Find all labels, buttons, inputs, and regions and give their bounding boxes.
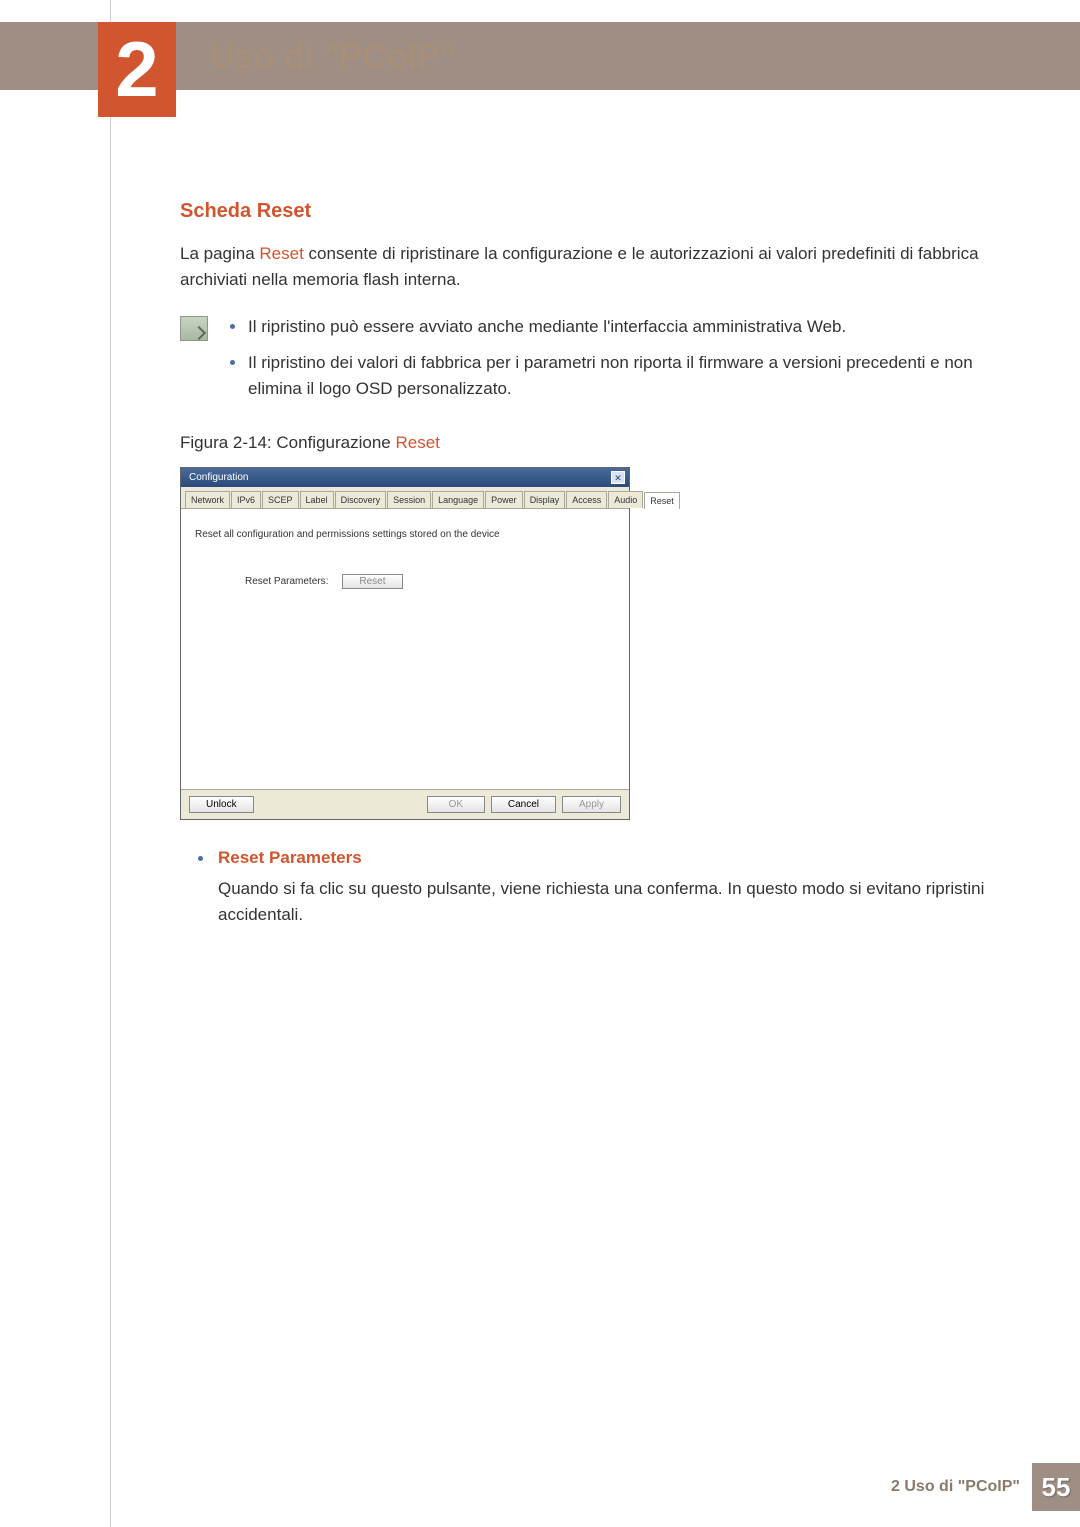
apply-button[interactable]: Apply <box>562 796 621 813</box>
chapter-number-box: 2 <box>98 22 176 117</box>
footer-text: 2 Uso di "PCoIP" <box>891 1478 1020 1496</box>
page-number: 55 <box>1032 1463 1080 1511</box>
tab-reset[interactable]: Reset <box>644 492 680 509</box>
unlock-button[interactable]: Unlock <box>189 796 254 813</box>
cancel-button[interactable]: Cancel <box>491 796 556 813</box>
para-prefix: La pagina <box>180 244 259 263</box>
reset-row: Reset Parameters: Reset <box>245 574 615 589</box>
definition-term: Reset Parameters <box>218 848 1020 868</box>
tab-audio[interactable]: Audio <box>608 491 643 508</box>
left-margin-rule <box>110 0 111 1527</box>
dialog-footer: Unlock OK Cancel Apply <box>181 789 629 819</box>
definition-description: Quando si fa clic su questo pulsante, vi… <box>218 876 1020 929</box>
figure-caption: Figura 2-14: Configurazione Reset <box>180 433 1020 453</box>
note-icon <box>180 316 208 341</box>
figure-caption-keyword: Reset <box>395 433 439 452</box>
dialog-title: Configuration <box>189 472 248 483</box>
footer-spacer <box>260 796 421 813</box>
tab-ipv6[interactable]: IPv6 <box>231 491 261 508</box>
dialog-description: Reset all configuration and permissions … <box>195 529 615 540</box>
tab-session[interactable]: Session <box>387 491 431 508</box>
definition-list: Reset Parameters Quando si fa clic su qu… <box>196 848 1020 929</box>
intro-paragraph: La pagina Reset consente di ripristinare… <box>180 241 1020 294</box>
ok-button[interactable]: OK <box>427 796 485 813</box>
note-list: Il ripristino può essere avviato anche m… <box>226 314 1020 413</box>
note-block: Il ripristino può essere avviato anche m… <box>180 314 1020 413</box>
dialog-titlebar: Configuration ✕ <box>181 468 629 487</box>
reset-parameters-label: Reset Parameters: <box>245 576 328 587</box>
tab-language[interactable]: Language <box>432 491 484 508</box>
config-dialog: Configuration ✕ NetworkIPv6SCEPLabelDisc… <box>180 467 630 820</box>
figure-caption-prefix: Figura 2-14: Configurazione <box>180 433 395 452</box>
note-item: Il ripristino può essere avviato anche m… <box>226 314 1020 340</box>
tab-discovery[interactable]: Discovery <box>335 491 387 508</box>
reset-button[interactable]: Reset <box>342 574 402 589</box>
page-content: Scheda Reset La pagina Reset consente di… <box>180 200 1020 936</box>
dialog-body: Reset all configuration and permissions … <box>181 509 629 789</box>
para-keyword: Reset <box>259 244 303 263</box>
tab-label[interactable]: Label <box>300 491 334 508</box>
close-icon[interactable]: ✕ <box>611 471 625 484</box>
tab-scep[interactable]: SCEP <box>262 491 299 508</box>
section-heading: Scheda Reset <box>180 200 1020 223</box>
chapter-title: Uso di "PCoIP" <box>210 38 456 77</box>
note-item: Il ripristino dei valori di fabbrica per… <box>226 350 1020 403</box>
definition-item: Reset Parameters Quando si fa clic su qu… <box>196 848 1020 929</box>
tab-access[interactable]: Access <box>566 491 607 508</box>
tab-power[interactable]: Power <box>485 491 523 508</box>
tab-network[interactable]: Network <box>185 491 230 508</box>
dialog-tabs: NetworkIPv6SCEPLabelDiscoverySessionLang… <box>181 487 629 509</box>
page-footer: 2 Uso di "PCoIP" 55 <box>891 1463 1080 1511</box>
tab-display[interactable]: Display <box>524 491 566 508</box>
